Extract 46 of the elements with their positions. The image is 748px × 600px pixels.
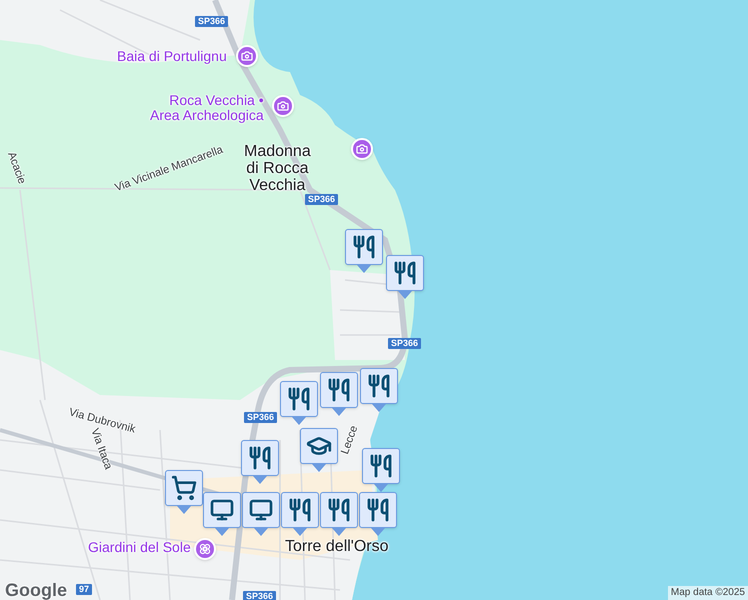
restaurant-marker[interactable] (359, 492, 397, 536)
map-logo: Google (5, 579, 67, 600)
restaurant-marker[interactable] (320, 372, 358, 416)
computer-marker[interactable] (242, 492, 280, 536)
shopping-cart-icon (171, 475, 197, 501)
fork-knife-icon (287, 387, 311, 411)
fork-knife-icon (367, 374, 391, 398)
fork-knife-icon (248, 446, 272, 470)
restaurant-marker[interactable] (386, 255, 424, 299)
monitor-icon (210, 498, 234, 522)
fork-knife-icon (393, 261, 417, 285)
flower-icon (199, 543, 211, 555)
place-label: Baia di Portulignu (117, 49, 227, 64)
road-number-sign: SP366 (305, 194, 338, 205)
restaurant-marker[interactable] (320, 492, 358, 536)
street-label: Lecce (339, 424, 360, 456)
fork-knife-icon (327, 498, 351, 522)
attribution-text: Map data ©2025 (668, 586, 748, 600)
road-number-sign: SP366 (243, 591, 276, 600)
camera-icon (241, 50, 253, 62)
place-label: Giardini del Sole (88, 540, 191, 555)
road-number-sign: SP366 (195, 16, 228, 27)
street-label: Acacie (5, 150, 28, 186)
fork-knife-icon (352, 235, 376, 259)
road-number-sign: 97 (76, 584, 92, 595)
restaurant-marker[interactable] (362, 448, 400, 492)
restaurant-marker[interactable] (280, 381, 318, 425)
camera-icon (356, 143, 368, 155)
fork-knife-icon (288, 498, 312, 522)
fork-knife-icon (327, 378, 351, 402)
school-marker[interactable] (300, 428, 338, 472)
restaurant-marker[interactable] (345, 229, 383, 273)
place-label: Roca Vecchia • Area Archeologica (150, 93, 264, 123)
fork-knife-icon (369, 454, 393, 478)
computer-marker[interactable] (203, 492, 241, 536)
camera-icon (277, 100, 289, 112)
monitor-icon (249, 498, 273, 522)
road-number-sign: SP366 (388, 338, 422, 349)
road-number-sign: SP366 (244, 412, 278, 423)
fork-knife-icon (366, 498, 390, 522)
shop-marker[interactable] (165, 470, 203, 514)
restaurant-marker[interactable] (281, 492, 319, 536)
restaurant-marker[interactable] (241, 440, 279, 484)
restaurant-marker[interactable] (360, 368, 398, 412)
town-label: Madonna di Rocca Vecchia (244, 143, 311, 194)
town-label: Torre dell'Orso (285, 538, 389, 555)
